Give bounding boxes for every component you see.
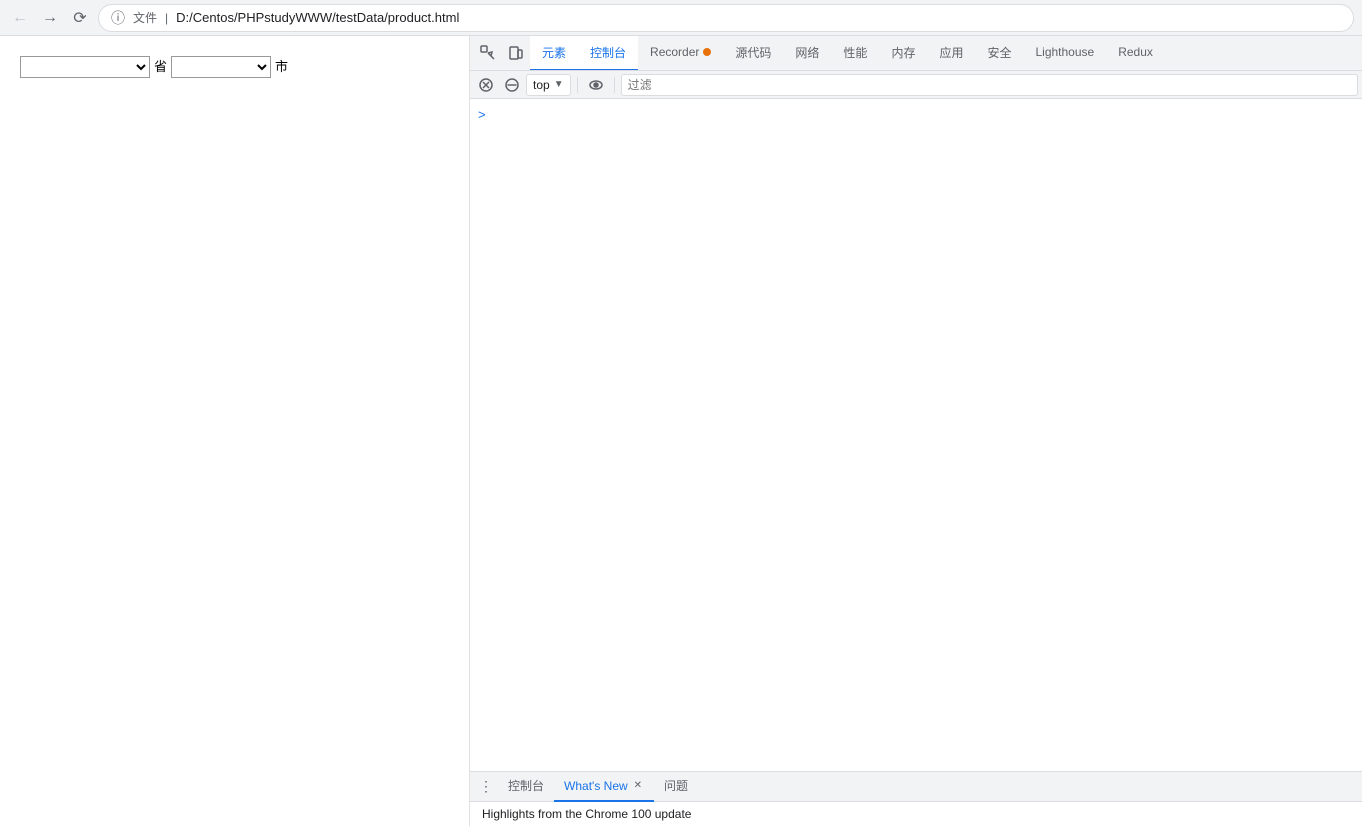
console-area[interactable]: > — [470, 99, 1362, 771]
city-label: 市 — [275, 56, 288, 78]
context-label: top — [533, 78, 550, 92]
filter-input[interactable] — [621, 74, 1358, 96]
tab-performance[interactable]: 性能 — [831, 36, 879, 71]
toolbar-divider-2 — [614, 77, 615, 93]
block-requests-button[interactable] — [500, 73, 524, 97]
tab-memory[interactable]: 内存 — [879, 36, 927, 71]
main-area: 省 市 元素 控制台 Recorder 源代 — [0, 36, 1362, 826]
context-arrow: ▼ — [554, 79, 564, 90]
whats-new-close-button[interactable]: ✕ — [632, 778, 644, 793]
tab-network[interactable]: 网络 — [783, 36, 831, 71]
context-selector[interactable]: top ▼ — [526, 74, 571, 96]
recorder-dot — [703, 48, 711, 56]
file-label: 文件 — [133, 9, 157, 26]
tab-redux[interactable]: Redux — [1106, 36, 1165, 71]
devtools-tabs: 元素 控制台 Recorder 源代码 网络 性能 内存 应用 — [470, 36, 1362, 71]
browser-toolbar: ← → ⟳ ⓘ 文件 | D:/Centos/PHPstudyWWW/testD… — [0, 0, 1362, 36]
tab-application[interactable]: 应用 — [927, 36, 975, 71]
address-bar[interactable]: ⓘ 文件 | D:/Centos/PHPstudyWWW/testData/pr… — [98, 4, 1354, 32]
clear-console-button[interactable] — [474, 73, 498, 97]
devtools-toolbar: top ▼ — [470, 71, 1362, 99]
province-select[interactable] — [20, 56, 150, 78]
tab-console[interactable]: 控制台 — [578, 36, 638, 71]
tab-elements[interactable]: 元素 — [530, 36, 578, 71]
device-toggle-icon[interactable] — [502, 39, 530, 67]
page-content: 省 市 — [0, 36, 470, 826]
drawer-tab-console[interactable]: 控制台 — [498, 772, 554, 802]
info-icon: ⓘ — [111, 8, 125, 28]
forward-button[interactable]: → — [38, 6, 62, 30]
drawer-content: Highlights from the Chrome 100 update — [470, 802, 1362, 826]
city-select[interactable] — [171, 56, 271, 78]
url-separator: | — [165, 11, 168, 25]
tab-lighthouse[interactable]: Lighthouse — [1023, 36, 1106, 71]
devtools-panel: 元素 控制台 Recorder 源代码 网络 性能 内存 应用 — [470, 36, 1362, 826]
back-button[interactable]: ← — [8, 6, 32, 30]
drawer-tab-issues[interactable]: 问题 — [654, 772, 698, 802]
eye-icon[interactable] — [584, 73, 608, 97]
drawer: ⋮ 控制台 What's New ✕ 问题 Highlights from th… — [470, 771, 1362, 826]
url-text: D:/Centos/PHPstudyWWW/testData/product.h… — [176, 10, 459, 25]
drawer-tab-whats-new[interactable]: What's New ✕ — [554, 772, 654, 802]
drawer-tabs: ⋮ 控制台 What's New ✕ 问题 — [470, 772, 1362, 802]
inspect-element-icon[interactable] — [474, 39, 502, 67]
tab-sources[interactable]: 源代码 — [723, 36, 783, 71]
drawer-more-button[interactable]: ⋮ — [474, 775, 498, 799]
tab-security[interactable]: 安全 — [975, 36, 1023, 71]
reload-button[interactable]: ⟳ — [68, 6, 92, 30]
toolbar-divider — [577, 77, 578, 93]
tab-recorder[interactable]: Recorder — [638, 36, 723, 71]
drawer-content-text: Highlights from the Chrome 100 update — [482, 807, 691, 821]
province-label: 省 — [154, 56, 167, 78]
console-prompt[interactable]: > — [478, 107, 486, 122]
